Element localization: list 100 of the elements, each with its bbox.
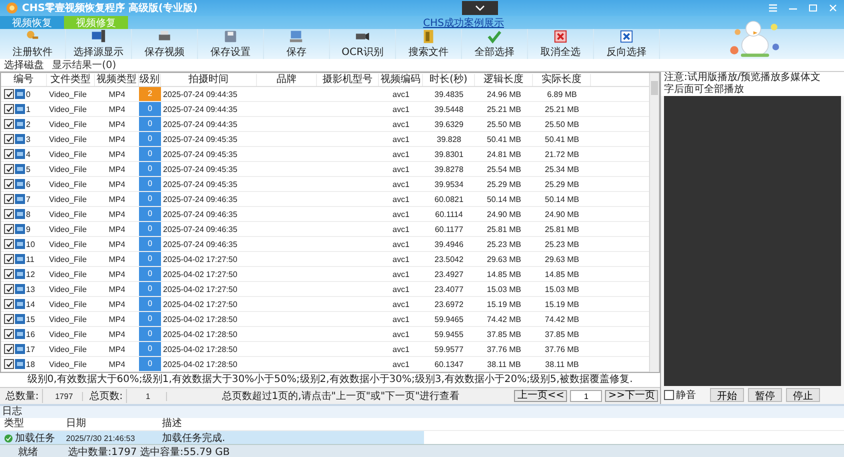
row-checkbox[interactable] (4, 284, 14, 294)
table-cell-text: 15.19 MB (486, 300, 522, 308)
table-cell-text: 60.1347 (434, 360, 464, 368)
row-checkbox[interactable] (4, 149, 14, 159)
table-cell-text: Video_File (48, 194, 88, 204)
table-cell-text: avc1 (392, 300, 410, 308)
player-button[interactable]: 停止 (786, 388, 820, 402)
table-cell-text: 23.6972 (434, 300, 464, 308)
table-cell-text: 24.90 MB (544, 210, 580, 218)
table-cell-text: 15.03 MB (544, 284, 580, 294)
row-checkbox[interactable] (4, 119, 14, 129)
table-cell-text: Video_File (48, 90, 88, 98)
grade-cell: 0 (139, 312, 161, 326)
disk-label[interactable]: 选择磁盘 (4, 58, 44, 72)
table-cell-text: Video_File (48, 180, 88, 188)
table-cell-text: 2025-07-24 09:45:35 (162, 150, 238, 158)
scrollbar[interactable] (649, 73, 659, 372)
row-checkbox[interactable] (4, 329, 14, 339)
table-cell-text: 74.42 MB (486, 314, 522, 324)
row-number: 7 (26, 194, 30, 204)
table-cell-text: MP4 (108, 360, 126, 368)
column-header[interactable]: 摄影机型号 (317, 74, 379, 86)
table-cell-text: MP4 (108, 284, 126, 294)
column-header[interactable]: 拍摄时间 (161, 74, 257, 86)
column-header[interactable]: 视频编码 (379, 74, 423, 86)
table-cell-text: 2025-04-02 17:27:50 (162, 270, 238, 278)
case-link[interactable]: CHS成功案例展示 (423, 16, 504, 29)
table-cell-text: 2025-07-24 09:44:35 (162, 104, 238, 114)
row-number: 3 (26, 134, 30, 144)
table-cell-text: 39.4946 (434, 240, 464, 248)
table-cell-text: 50.14 MB (544, 194, 580, 204)
row-checkbox[interactable] (4, 89, 14, 99)
row-checkbox[interactable] (4, 254, 14, 264)
column-header[interactable]: 逻辑长度 (475, 74, 533, 86)
table-cell-text: 2025-07-24 09:45:35 (162, 134, 238, 144)
table-cell-text: avc1 (392, 164, 410, 174)
row-checkbox[interactable] (4, 134, 14, 144)
row-number: 13 (26, 284, 35, 294)
grade-cell: 0 (139, 102, 161, 116)
table-cell-text: MP4 (108, 224, 126, 234)
row-checkbox[interactable] (4, 104, 14, 114)
log-row[interactable]: 加载任务 2025/7/30 21:46:53 加载任务完成. (0, 431, 424, 444)
row-checkbox[interactable] (4, 239, 14, 249)
table-cell-text: 2025-04-02 17:28:50 (162, 360, 238, 368)
grade-cell: 0 (139, 177, 161, 191)
player-button[interactable]: 暂停 (748, 388, 782, 402)
column-header[interactable]: 实际长度 (533, 74, 591, 86)
column-header[interactable]: 时长(秒) (423, 74, 475, 86)
table-cell-text: 24.81 MB (486, 150, 522, 158)
row-checkbox[interactable] (4, 359, 14, 369)
pages-value: 1 (130, 392, 167, 400)
table-cell-text: MP4 (108, 330, 126, 338)
column-header[interactable]: 编号 (1, 74, 47, 86)
player-button[interactable]: 开始 (710, 388, 744, 402)
grade-legend: 级别0,有效数据大于60%;级别1,有效数据大于30%小于50%;级别2,有效数据小于30%;级别3,有效数据小于20%;级别5,被数据覆盖修复. (0, 373, 660, 387)
column-header[interactable]: 文件类型 (47, 74, 95, 86)
table-cell-text: 25.29 MB (486, 180, 522, 188)
column-header[interactable]: 视频类型 (95, 74, 139, 86)
table-cell-text: Video_File (48, 360, 88, 368)
grade-cell: 0 (139, 222, 161, 236)
dropdown-button[interactable] (462, 1, 498, 15)
table-cell-text: 25.23 MB (486, 240, 522, 248)
page-field[interactable]: 1 (570, 390, 602, 402)
table-cell-text: 25.34 MB (544, 164, 580, 174)
table-cell-text: 2025-07-24 09:46:35 (162, 224, 238, 234)
table-cell-text: 6.89 MB (546, 90, 578, 98)
table-cell-text: 59.9455 (434, 330, 464, 338)
table-cell-text: avc1 (392, 120, 410, 128)
table-cell-text: 25.29 MB (544, 180, 580, 188)
result-tab[interactable]: 显示结果一(0) (52, 58, 116, 72)
column-header[interactable]: 类型 (4, 418, 66, 430)
grade-cell: 0 (139, 237, 161, 251)
column-header[interactable]: 描述 (162, 418, 844, 430)
row-checkbox[interactable] (4, 314, 14, 324)
row-checkbox[interactable] (4, 344, 14, 354)
table-cell-text: MP4 (108, 134, 126, 144)
row-checkbox[interactable] (4, 269, 14, 279)
row-number: 2 (26, 120, 30, 128)
table-cell-text: 59.9577 (434, 344, 464, 354)
row-checkbox[interactable] (4, 209, 14, 219)
column-header[interactable]: 级别 (139, 74, 161, 86)
table-cell-text: 2025-04-02 17:28:50 (162, 330, 238, 338)
row-checkbox[interactable] (4, 164, 14, 174)
notice-text: 注意:试用版播放/预览播放多媒体文 (664, 72, 821, 84)
row-checkbox[interactable] (4, 179, 14, 189)
table-cell-text: 74.42 MB (544, 314, 580, 324)
row-checkbox[interactable] (4, 224, 14, 234)
row-number: 18 (26, 360, 35, 368)
next-page-button[interactable]: >>下一页 (605, 390, 658, 402)
table-cell-text: 2025-07-24 09:44:35 (162, 120, 238, 128)
grade-cell: 0 (139, 282, 161, 296)
prev-page-button[interactable]: 上一页<< (514, 390, 568, 402)
row-checkbox[interactable] (4, 299, 14, 309)
table-cell-text: 2025-04-02 17:27:50 (162, 284, 238, 294)
row-checkbox[interactable] (4, 194, 14, 204)
row-number: 6 (26, 180, 30, 188)
column-header[interactable]: 品牌 (257, 74, 317, 86)
mute-checkbox[interactable]: 静音 (664, 388, 696, 402)
table-cell-text: 38.11 MB (486, 360, 522, 368)
column-header[interactable]: 日期 (66, 418, 162, 430)
